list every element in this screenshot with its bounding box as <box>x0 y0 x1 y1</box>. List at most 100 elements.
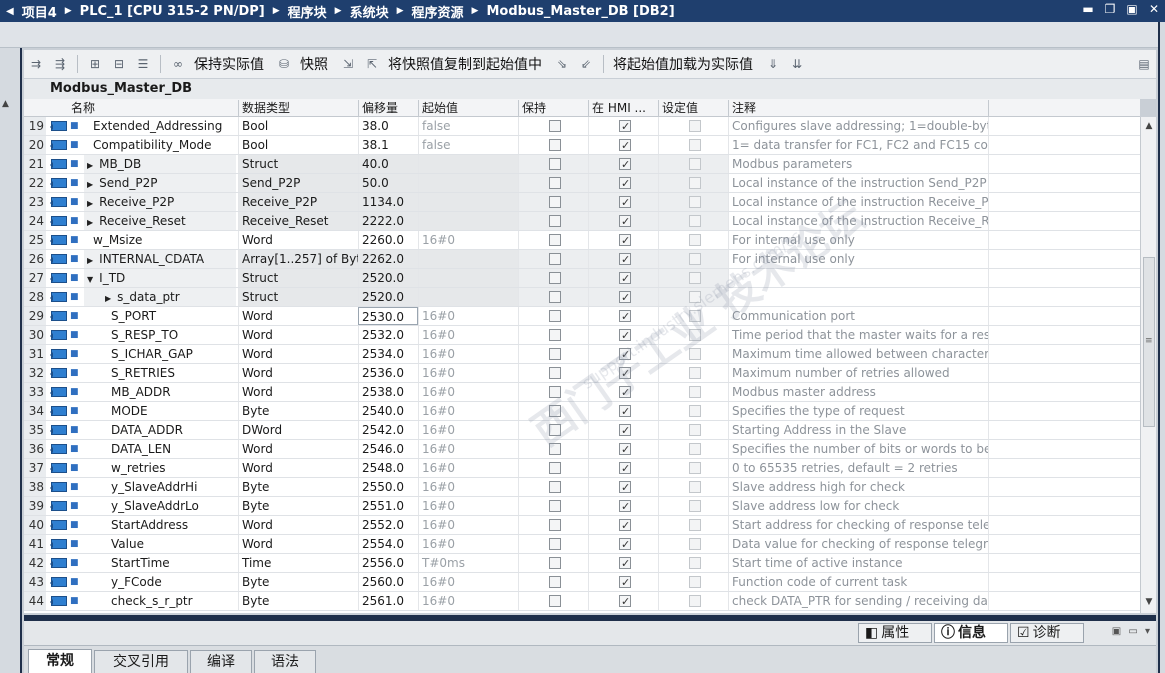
comment-cell[interactable]: Slave address low for check <box>728 497 988 515</box>
retain-checkbox[interactable] <box>549 443 561 455</box>
retain-cell[interactable] <box>518 174 588 192</box>
setpoint-cell[interactable] <box>658 478 728 496</box>
hmi-cell[interactable] <box>588 269 658 287</box>
member-name-cell[interactable]: DATA_ADDR <box>84 421 236 439</box>
comment-cell[interactable]: 0 to 65535 retries, default = 2 retries <box>728 459 988 477</box>
minimize-icon[interactable]: ▬ <box>1081 2 1095 16</box>
comment-cell[interactable]: Maximum number of retries allowed <box>728 364 988 382</box>
setpoint-checkbox[interactable] <box>689 538 701 550</box>
table-row[interactable]: 32 ■ S_RETRIES Word2536.016#0 Maximum number… <box>24 364 1140 383</box>
setpoint-checkbox[interactable] <box>689 367 701 379</box>
member-name-cell[interactable]: w_Msize <box>84 231 236 249</box>
setpoint-cell[interactable] <box>658 269 728 287</box>
retain-cell[interactable] <box>518 440 588 458</box>
setpoint-checkbox[interactable] <box>689 424 701 436</box>
retain-cell[interactable] <box>518 155 588 173</box>
comment-cell[interactable] <box>728 269 988 287</box>
panel-settings-icon[interactable]: ▤ <box>1135 56 1153 72</box>
retain-checkbox[interactable] <box>549 272 561 284</box>
breadcrumb-project[interactable]: 项目4 <box>22 2 57 21</box>
member-name-cell[interactable]: MODE <box>84 402 236 420</box>
member-name-cell[interactable]: DATA_LEN <box>84 440 236 458</box>
tab-cross-references[interactable]: 交叉引用 <box>94 650 188 673</box>
start-value-cell[interactable]: 16#0 <box>418 345 518 363</box>
setpoint-checkbox[interactable] <box>689 500 701 512</box>
comment-cell[interactable]: 1= data transfer for FC1, FC2 and FC15 c… <box>728 136 988 154</box>
hmi-visible-checkbox[interactable] <box>619 517 631 534</box>
start-value-cell[interactable]: false <box>418 136 518 154</box>
download-values-icon[interactable]: ⇓ <box>764 56 782 72</box>
retain-cell[interactable] <box>518 136 588 154</box>
data-type-cell[interactable]: Struct <box>238 155 358 173</box>
copy-snapshot-icon[interactable]: ⇲ <box>339 56 357 72</box>
load-start-all-icon[interactable]: ⇙ <box>577 56 595 72</box>
row-number[interactable]: 28 <box>24 288 46 306</box>
col-name[interactable]: 名称 <box>68 100 238 116</box>
comment-cell[interactable]: For internal use only <box>728 231 988 249</box>
start-value-cell[interactable]: false <box>418 117 518 135</box>
data-type-cell[interactable]: Array[1..257] of Byte <box>238 250 358 268</box>
comment-cell[interactable]: Local instance of the instruction Receiv… <box>728 212 988 230</box>
member-name-cell[interactable]: y_FCode <box>84 573 236 591</box>
setpoint-checkbox[interactable] <box>689 348 701 360</box>
tab-syntax[interactable]: 语法 <box>254 650 316 673</box>
data-type-cell[interactable]: Send_P2P <box>238 174 358 192</box>
hmi-visible-checkbox[interactable] <box>619 555 631 572</box>
row-number[interactable]: 41 <box>24 535 46 553</box>
setpoint-cell[interactable] <box>658 193 728 211</box>
expand-icon[interactable]: ▶ <box>87 180 93 189</box>
table-row[interactable]: 26 ■ ▶ INTERNAL_CDATA Array[1..257] of Byte 2… <box>24 250 1140 269</box>
comment-cell[interactable]: Specifies the number of bits or words to… <box>728 440 988 458</box>
data-type-cell[interactable]: Word <box>238 307 358 325</box>
setpoint-cell[interactable] <box>658 592 728 610</box>
setpoint-checkbox[interactable] <box>689 443 701 455</box>
row-number[interactable]: 34 <box>24 402 46 420</box>
hmi-cell[interactable] <box>588 193 658 211</box>
start-value-cell[interactable]: 16#0 <box>418 535 518 553</box>
table-row[interactable]: 25 ■ w_Msize Word2260.016#0 For internal use… <box>24 231 1140 250</box>
close-icon[interactable]: ✕ <box>1147 2 1161 16</box>
table-row[interactable]: 21 ■ ▶ MB_DB Struct40.0 Modbus parameters <box>24 155 1140 174</box>
retain-checkbox[interactable] <box>549 120 561 132</box>
setpoint-checkbox[interactable] <box>689 196 701 208</box>
start-value-cell[interactable] <box>418 155 518 173</box>
retain-cell[interactable] <box>518 307 588 325</box>
comment-cell[interactable]: Communication port <box>728 307 988 325</box>
setpoint-checkbox[interactable] <box>689 519 701 531</box>
comment-cell[interactable]: check DATA_PTR for sending / receiving d… <box>728 592 988 610</box>
member-name-cell[interactable]: StartTime <box>84 554 236 572</box>
table-row[interactable]: 33 ■ MB_ADDR Word2538.016#0 Modbus master ad… <box>24 383 1140 402</box>
member-name-cell[interactable]: MB_ADDR <box>84 383 236 401</box>
setpoint-checkbox[interactable] <box>689 462 701 474</box>
data-type-cell[interactable]: Word <box>238 326 358 344</box>
hmi-visible-checkbox[interactable] <box>619 251 631 268</box>
setpoint-checkbox[interactable] <box>689 405 701 417</box>
retain-cell[interactable] <box>518 326 588 344</box>
retain-cell[interactable] <box>518 288 588 306</box>
data-type-cell[interactable]: Receive_P2P <box>238 193 358 211</box>
tab-general[interactable]: 常规 <box>28 649 92 673</box>
start-value-cell[interactable] <box>418 288 518 306</box>
comment-cell[interactable]: Maximum time allowed between characters … <box>728 345 988 363</box>
retain-checkbox[interactable] <box>549 158 561 170</box>
data-type-cell[interactable]: Word <box>238 364 358 382</box>
setpoint-checkbox[interactable] <box>689 120 701 132</box>
data-type-cell[interactable]: Byte <box>238 592 358 610</box>
member-name-cell[interactable]: w_retries <box>84 459 236 477</box>
start-value-cell[interactable] <box>418 174 518 192</box>
table-row[interactable]: 43 ■ y_FCode Byte2560.016#0 Function code of… <box>24 573 1140 592</box>
data-type-cell[interactable]: Word <box>238 440 358 458</box>
table-row[interactable]: 22■▶Send_P2PSend_P2P50.0Local instance o… <box>24 174 1140 193</box>
comment-cell[interactable]: Time period that the master waits for a … <box>728 326 988 344</box>
setpoint-cell[interactable] <box>658 516 728 534</box>
data-type-cell[interactable]: Struct <box>238 269 358 287</box>
hmi-cell[interactable] <box>588 592 658 610</box>
table-row[interactable]: 36 ■ DATA_LEN Word2546.016#0 Specifies the n… <box>24 440 1140 459</box>
hmi-visible-checkbox[interactable] <box>619 137 631 154</box>
table-row[interactable]: 19 ■ Extended_Addressing Bool38.0false Confi… <box>24 117 1140 136</box>
restore-icon[interactable]: ❐ <box>1103 2 1117 16</box>
panel-controls-icon[interactable]: ▣ ▭ ▾ <box>1112 626 1152 637</box>
row-number[interactable]: 33 <box>24 383 46 401</box>
row-number[interactable]: 25 <box>24 231 46 249</box>
retain-checkbox[interactable] <box>549 291 561 303</box>
